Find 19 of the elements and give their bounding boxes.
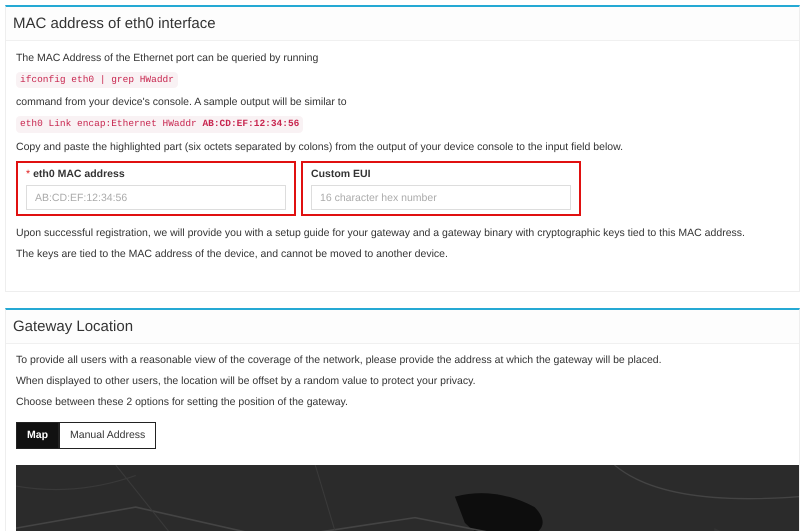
section-title: Gateway Location	[13, 317, 134, 336]
option-tab[interactable]: Manual Address	[59, 422, 156, 450]
command-code: ifconfig eth0 | grep HWaddr	[16, 72, 178, 88]
note-text: Upon successful registration, we will provide you with a setup guide for your gateway and a gateway binary with cryptographic keys tied to this MAC address.	[16, 226, 746, 240]
field-label: Custom EUI	[311, 166, 371, 182]
required-mark: *	[26, 166, 30, 182]
sample-output-code: eth0 Link encap:Ethernet HWaddr AB:CD:EF:12:34:56	[16, 116, 304, 132]
info-text: To provide all users with a reasonable view of the coverage of the network, please provide the address at which the gateway will be placed.	[16, 353, 663, 368]
intro-text: The MAC Address of the Ethernet port can be queried by running	[16, 51, 320, 65]
info-text: When displayed to other users, the location will be offset by a random value to protect your privacy.	[16, 374, 477, 388]
note-text: The keys are tied to the MAC address of the device, and cannot be moved to another device.	[16, 247, 449, 262]
instruction-text: Copy and paste the highlighted part (six octets separated by colons) from the output of your device console to the input field below.	[16, 140, 624, 154]
text-input[interactable]: AB:CD:EF:12:34:56	[26, 185, 286, 210]
info-text: Choose between these 2 options for setting the position of the gateway.	[16, 395, 349, 410]
option-tab[interactable]: Map	[16, 422, 59, 450]
field-label: eth0 MAC address	[33, 166, 125, 182]
description-text: command from your device's console. A sample output will be similar to	[16, 95, 348, 110]
section-title: MAC address of eth0 interface	[13, 14, 217, 33]
text-input[interactable]: 16 character hex number	[311, 185, 571, 210]
